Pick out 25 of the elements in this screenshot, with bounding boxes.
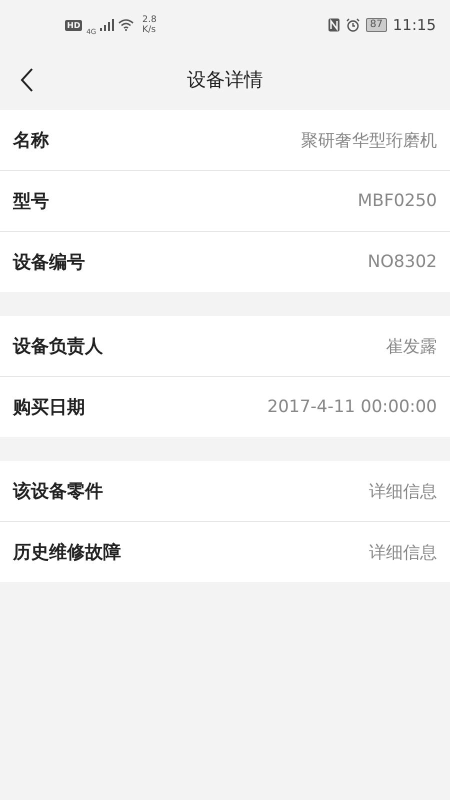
- nfc-icon: [328, 18, 340, 32]
- row-value: 详细信息: [369, 542, 437, 564]
- speed-value: 2.8: [142, 15, 157, 25]
- wifi-icon: [118, 19, 134, 31]
- row-label: 该设备零件: [13, 480, 103, 503]
- row-label: 设备编号: [13, 251, 85, 274]
- status-time: 11:15: [392, 16, 436, 34]
- row-label: 型号: [13, 190, 49, 213]
- row-value: 聚研奢华型珩磨机: [301, 130, 437, 152]
- battery-indicator: 87: [366, 18, 387, 32]
- hd-badge: HD: [65, 20, 82, 30]
- row-value: 详细信息: [369, 480, 437, 502]
- alarm-icon: [346, 18, 360, 32]
- row-value: 2017-4-11 00:00:00: [267, 397, 437, 417]
- signal-icon: [100, 19, 114, 31]
- row-label: 历史维修故障: [13, 541, 121, 564]
- row-value: 崔发露: [386, 336, 437, 358]
- page-title: 设备详情: [187, 68, 263, 93]
- row-value: MBF0250: [358, 191, 437, 211]
- back-icon[interactable]: [20, 68, 34, 92]
- row-value: NO8302: [368, 252, 437, 272]
- row-label: 名称: [13, 129, 49, 152]
- speed-unit: K/s: [142, 25, 157, 35]
- row-label: 设备负责人: [13, 335, 103, 358]
- row-label: 购买日期: [13, 396, 85, 419]
